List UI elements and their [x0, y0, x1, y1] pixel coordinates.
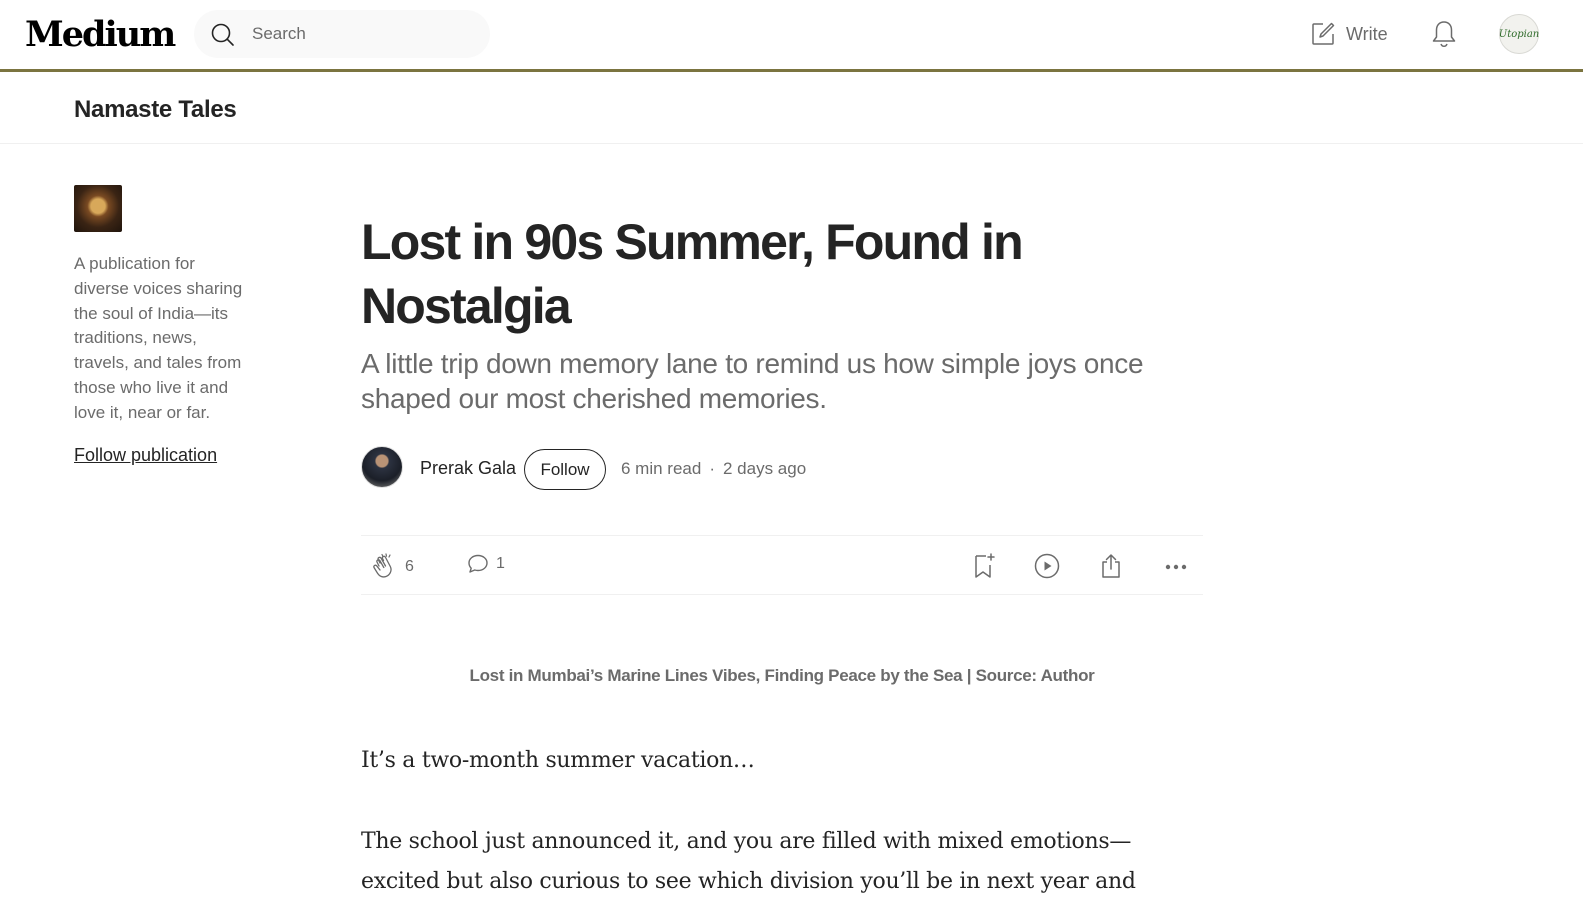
write-button[interactable]: Write: [1310, 20, 1388, 48]
bell-icon[interactable]: [1430, 19, 1458, 49]
search-box[interactable]: [194, 10, 490, 58]
publication-bar: Namaste Tales: [0, 72, 1583, 144]
top-nav: Medium Write Utopian: [0, 0, 1583, 70]
author-avatar[interactable]: [361, 446, 403, 488]
article-paragraph: The school just announced it, and you ar…: [361, 829, 1136, 894]
article-subtitle: A little trip down memory lane to remind…: [361, 348, 1144, 414]
clap-button[interactable]: 6: [371, 552, 414, 582]
search-input[interactable]: [252, 10, 472, 58]
comment-icon: [468, 554, 488, 573]
meta-separator: ·: [709, 459, 715, 478]
published-date: 2 days ago: [723, 459, 807, 478]
search-icon: [211, 23, 234, 46]
more-options-icon[interactable]: [1163, 552, 1189, 580]
responses-button[interactable]: 1: [466, 552, 505, 576]
publication-logo[interactable]: [74, 185, 122, 232]
clap-icon: [373, 553, 392, 578]
article-meta: 6 min read · 2 days ago: [621, 459, 806, 479]
publication-description: A publication for diverse voices sharing…: [74, 254, 243, 422]
listen-play-icon[interactable]: [1033, 552, 1061, 580]
write-label: Write: [1346, 23, 1388, 44]
user-avatar[interactable]: Utopian: [1499, 14, 1539, 54]
clap-count: 6: [405, 558, 414, 575]
follow-author-button[interactable]: Follow: [524, 449, 606, 490]
bookmark-add-icon[interactable]: [971, 552, 997, 580]
publication-name[interactable]: Namaste Tales: [74, 96, 237, 124]
article-paragraph: It’s a two-month summer vacation…: [361, 748, 755, 773]
avatar-text: Utopian: [1498, 28, 1540, 40]
author-name[interactable]: Prerak Gala: [420, 458, 516, 479]
medium-logo[interactable]: Medium: [25, 14, 176, 55]
follow-publication-link[interactable]: Follow publication: [74, 445, 217, 466]
article-title: Lost in 90s Summer, Found in Nostalgia: [361, 214, 1024, 334]
share-icon[interactable]: [1098, 552, 1124, 580]
article-action-bar: 6 1: [361, 535, 1203, 595]
write-icon: [1312, 22, 1335, 45]
response-count: 1: [496, 555, 505, 572]
image-caption: Lost in Mumbai’s Marine Lines Vibes, Fin…: [469, 666, 1095, 685]
read-time: 6 min read: [621, 459, 702, 478]
